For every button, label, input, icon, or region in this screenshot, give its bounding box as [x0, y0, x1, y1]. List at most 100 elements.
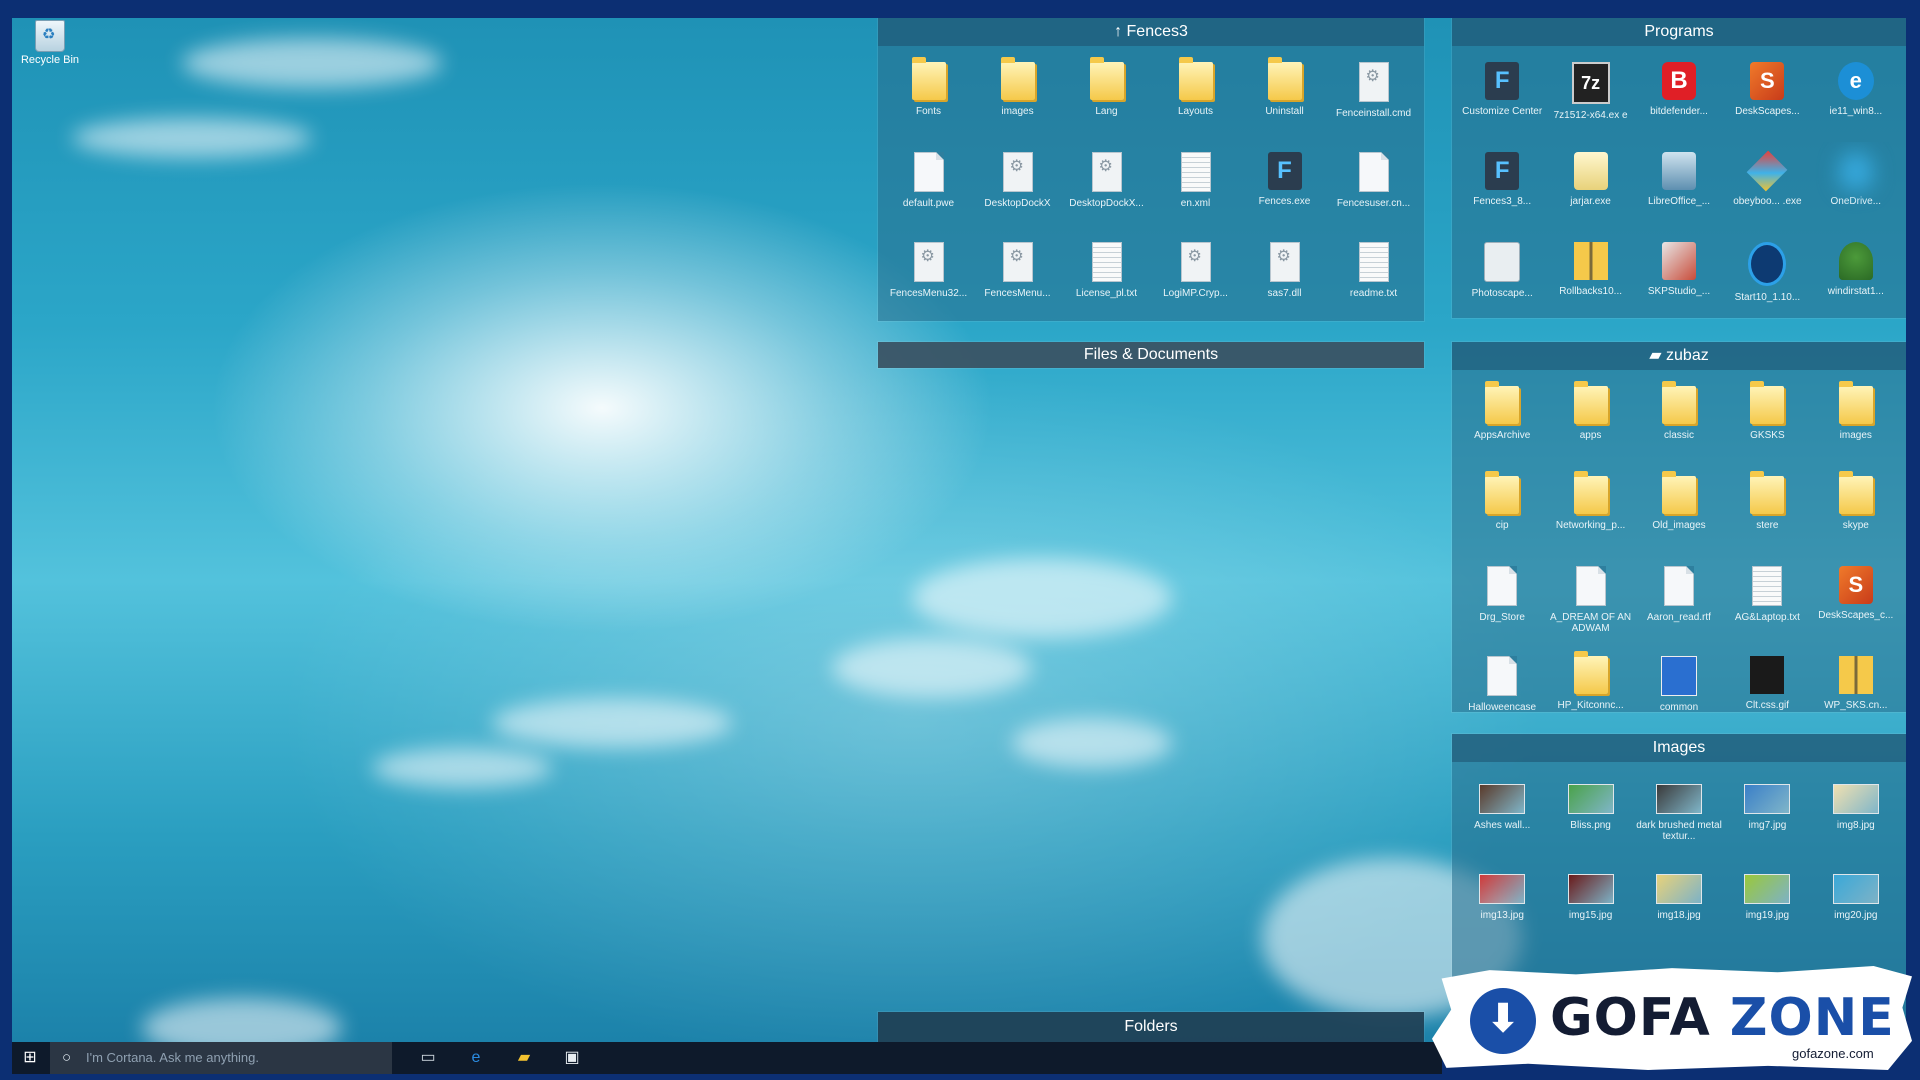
desktop-item-label: Rollbacks10... [1559, 286, 1622, 297]
desktop-item[interactable]: Fencesuser.cn... [1329, 142, 1418, 232]
desktop-item[interactable]: img19.jpg [1723, 858, 1811, 948]
fence-files-documents[interactable]: Files & Documents [878, 342, 1424, 368]
desktop-item[interactable]: DesktopDockX [973, 142, 1062, 232]
fence-fences3-title[interactable]: ↑ Fences3 [878, 18, 1424, 46]
page-icon [1358, 152, 1389, 192]
desktop-item[interactable]: cip [1458, 466, 1546, 556]
desktop-item[interactable]: Fenceinstall.cmd [1329, 52, 1418, 142]
desktop-item[interactable]: classic [1635, 376, 1723, 466]
desktop-item[interactable]: Rollbacks10... [1546, 232, 1634, 322]
desktop-item[interactable]: img20.jpg [1812, 858, 1900, 948]
desktop-item[interactable]: Photoscape... [1458, 232, 1546, 322]
desktop-item[interactable]: LogiMP.Cryp... [1151, 232, 1240, 322]
desktop-item[interactable]: F Fences.exe [1240, 142, 1329, 232]
edge-icon[interactable]: e [464, 1046, 488, 1070]
desktop-item[interactable]: Start10_1.10... [1723, 232, 1811, 322]
desktop-item[interactable]: F Customize Center [1458, 52, 1546, 142]
desktop-item-label: LogiMP.Cryp... [1163, 288, 1228, 299]
desktop-item[interactable]: images [1812, 376, 1900, 466]
desktop-item[interactable]: Clt.css.gif [1723, 646, 1811, 736]
desktop-item-label: img8.jpg [1836, 820, 1875, 831]
desktop-item-label: Fences.exe [1258, 196, 1311, 207]
fence-programs-title[interactable]: Programs [1452, 18, 1906, 46]
desktop-item[interactable]: Bbitdefender... [1635, 52, 1723, 142]
desktop-item[interactable]: SKPStudio_... [1635, 232, 1723, 322]
redlogo-icon [1750, 656, 1785, 694]
desktop-item[interactable]: stere [1723, 466, 1811, 556]
desktop-item[interactable]: images [973, 52, 1062, 142]
desktop-item[interactable]: WP_SKS.cn... [1812, 646, 1900, 736]
desktop-item[interactable]: en.xml [1151, 142, 1240, 232]
taskbar: ⊞ ○ I'm Cortana. Ask me anything. ▭ e ▰ ▣ [12, 1042, 1442, 1074]
desktop-item[interactable]: Drg_Store [1458, 556, 1546, 646]
fence-folders[interactable]: Folders [878, 1012, 1424, 1042]
desktop-item[interactable]: e ie11_win8... [1812, 52, 1900, 142]
desktop-item[interactable]: 7z 7z1512-x64.ex e [1546, 52, 1634, 142]
desktop-item[interactable]: img18.jpg [1635, 858, 1723, 948]
file-explorer-icon[interactable]: ▰ [512, 1046, 536, 1070]
desktop-item[interactable]: jarjar.exe [1546, 142, 1634, 232]
desktop-item-label: License_pl.txt [1075, 288, 1138, 299]
cortana-search-box[interactable]: ○ I'm Cortana. Ask me anything. [50, 1042, 392, 1074]
gear-icon [1002, 152, 1033, 192]
fence-folders-title[interactable]: Folders [878, 1012, 1424, 1042]
desktop-item[interactable]: Halloweencase [1458, 646, 1546, 736]
fence-images-title[interactable]: Images [1452, 734, 1906, 762]
desktop-item[interactable]: Layouts [1151, 52, 1240, 142]
fence-zubaz-title[interactable]: ▰ zubaz [1452, 342, 1906, 370]
desktop-item[interactable]: readme.txt [1329, 232, 1418, 322]
desktop-item[interactable]: img7.jpg [1723, 768, 1811, 858]
desktop-item[interactable]: DesktopDockX... [1062, 142, 1151, 232]
fence-fences3[interactable]: ↑ Fences3 Fonts images Lang Layouts Uninstal… [878, 18, 1424, 321]
store-icon[interactable]: ▣ [560, 1046, 584, 1070]
desktop-item[interactable]: Aaron_read.rtf [1635, 556, 1723, 646]
desktop-item[interactable]: windirstat1... [1812, 232, 1900, 322]
fence-zubaz[interactable]: ▰ zubaz AppsArchive apps classic GKSKS image… [1452, 342, 1906, 713]
desktop-item[interactable]: default.pwe [884, 142, 973, 232]
desktop-item[interactable]: Fonts [884, 52, 973, 142]
desktop-item[interactable]: Bliss.png [1546, 768, 1634, 858]
desktop-item[interactable]: FencesMenu32... [884, 232, 973, 322]
watermark-logo: ⬇ GOFA ZONE gofazone.com [1432, 966, 1912, 1070]
desktop-item[interactable]: img8.jpg [1812, 768, 1900, 858]
desktop-item[interactable]: sas7.dll [1240, 232, 1329, 322]
desktop-item[interactable]: common [1635, 646, 1723, 736]
desktop-item[interactable]: FencesMenu... [973, 232, 1062, 322]
desktop-item[interactable]: S DeskScapes_c... [1812, 556, 1900, 646]
folder-icon [1838, 471, 1873, 514]
desktop-item[interactable]: AppsArchive [1458, 376, 1546, 466]
desktop-item[interactable]: GKSKS [1723, 376, 1811, 466]
start-button[interactable]: ⊞ [12, 1042, 48, 1074]
desktop-item[interactable]: Lang [1062, 52, 1151, 142]
desktop-item[interactable]: obeyboo... .exe [1723, 142, 1811, 232]
watermark-brand: GOFA ZONE [1550, 988, 1895, 1048]
desktop-item[interactable]: apps [1546, 376, 1634, 466]
desktop-item[interactable]: Networking_p... [1546, 466, 1634, 556]
folder-icon [911, 57, 946, 100]
desktop-item[interactable]: Ashes wall... [1458, 768, 1546, 858]
desktop-item[interactable]: OneDrive... [1812, 142, 1900, 232]
desktop-item[interactable]: Uninstall [1240, 52, 1329, 142]
img-icon [1655, 784, 1702, 814]
desktop-item[interactable]: S DeskScapes... [1723, 52, 1811, 142]
fence-files-documents-title[interactable]: Files & Documents [878, 342, 1424, 368]
fence-programs[interactable]: Programs F Customize Center 7z 7z1512-x64.e… [1452, 18, 1906, 318]
desktop-item[interactable]: A_DREAM OF AN ADWAM [1546, 556, 1634, 646]
desktop-item[interactable]: LibreOffice_... [1635, 142, 1723, 232]
desktop-item[interactable]: HP_Kitconnc... [1546, 646, 1634, 736]
desktop-item[interactable]: Old_images [1635, 466, 1723, 556]
task-view-icon[interactable]: ▭ [416, 1046, 440, 1070]
desktop-item[interactable]: License_pl.txt [1062, 232, 1151, 322]
scapes-icon: S [1838, 566, 1873, 604]
desktop-item[interactable]: skype [1812, 466, 1900, 556]
folder-icon [1000, 57, 1035, 100]
recycle-bin[interactable]: Recycle Bin [20, 20, 80, 66]
desktop-item[interactable]: F Fences3_8... [1458, 142, 1546, 232]
start-icon [1748, 242, 1787, 286]
desktop-item-label: Uninstall [1265, 106, 1304, 117]
desktop-item[interactable]: img13.jpg [1458, 858, 1546, 948]
desktop-item[interactable]: AG&Laptop.txt [1723, 556, 1811, 646]
desktop-item[interactable]: dark brushed metal textur... [1635, 768, 1723, 858]
desktop-item[interactable]: img15.jpg [1546, 858, 1634, 948]
desktop-item-label: AG&Laptop.txt [1734, 612, 1800, 623]
